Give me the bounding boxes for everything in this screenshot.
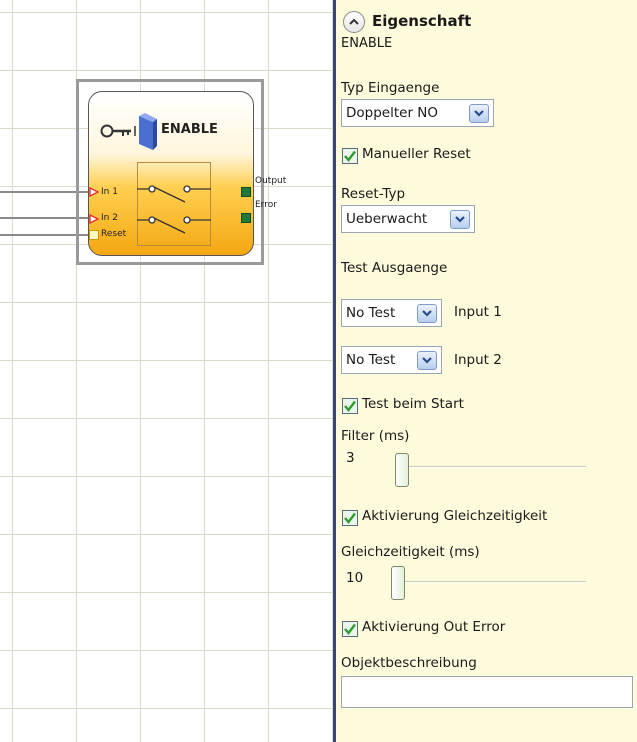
gleichzeitigkeit-slider-thumb[interactable] — [391, 566, 405, 600]
test-input-1-label: Input 1 — [454, 304, 502, 320]
test-beim-start-label: Test beim Start — [362, 396, 464, 412]
typ-eingaenge-dropdown-button[interactable] — [469, 104, 489, 123]
panel-title: Eigenschaft — [372, 12, 472, 30]
reset-typ-select[interactable]: Ueberwacht — [341, 205, 475, 233]
chevron-up-icon — [349, 18, 359, 25]
port-in-2[interactable] — [89, 214, 99, 224]
test-beim-start-checkbox[interactable] — [342, 398, 358, 414]
gleichzeitigkeit-label: Gleichzeitigkeit (ms) — [341, 544, 480, 560]
enable-function-block[interactable]: ENABLE In 1 In 2 Reset — [88, 91, 254, 256]
port-in-1[interactable] — [89, 187, 99, 197]
port-reset[interactable] — [89, 230, 99, 240]
collapse-button[interactable] — [343, 11, 365, 33]
chevron-down-icon — [422, 357, 432, 364]
reset-typ-dropdown-button[interactable] — [450, 210, 470, 229]
reset-typ-label: Reset-Typ — [341, 186, 406, 202]
filter-value: 3 — [346, 450, 355, 466]
port-in-1-label: In 1 — [101, 187, 118, 197]
port-reset-label: Reset — [101, 229, 127, 239]
filter-slider-track[interactable] — [396, 466, 586, 468]
port-output-label: Output — [255, 176, 287, 186]
port-error-label: Error — [255, 200, 277, 210]
port-output[interactable] — [241, 187, 251, 197]
logic-canvas[interactable]: ENABLE In 1 In 2 Reset Output Error — [0, 0, 335, 742]
gleichzeitigkeit-value: 10 — [346, 570, 364, 586]
port-in-2-label: In 2 — [101, 213, 118, 223]
typ-eingaenge-label: Typ Eingaenge — [341, 80, 440, 96]
test-ausgaenge-label: Test Ausgaenge — [341, 260, 448, 276]
test-input-1-value: No Test — [346, 305, 396, 321]
properties-panel: Eigenschaft ENABLE Typ Eingaenge Doppelt… — [336, 0, 637, 742]
manueller-reset-label: Manueller Reset — [362, 146, 471, 162]
aktivierung-out-error-label: Aktivierung Out Error — [362, 619, 506, 635]
test-input-2-label: Input 2 — [454, 352, 502, 368]
gleichzeitigkeit-slider-track[interactable] — [396, 581, 586, 583]
chevron-down-icon — [422, 310, 432, 317]
chevron-down-icon — [455, 216, 465, 223]
chevron-down-icon — [474, 110, 484, 117]
test-input-1-select[interactable]: No Test — [341, 299, 442, 327]
checkmark-icon — [344, 150, 356, 162]
reset-typ-value: Ueberwacht — [346, 211, 428, 227]
typ-eingaenge-value: Doppelter NO — [346, 105, 439, 121]
objektbeschreibung-label: Objektbeschreibung — [341, 655, 477, 671]
key-switch-icon — [100, 113, 157, 150]
checkmark-icon — [344, 512, 356, 524]
filter-label: Filter (ms) — [341, 428, 410, 444]
panel-subtitle: ENABLE — [341, 36, 393, 51]
block-title: ENABLE — [161, 122, 218, 137]
filter-slider-thumb[interactable] — [395, 453, 409, 487]
aktivierung-out-error-checkbox[interactable] — [342, 621, 358, 637]
checkmark-icon — [344, 400, 356, 412]
test-input-2-select[interactable]: No Test — [341, 346, 442, 374]
manueller-reset-checkbox[interactable] — [342, 148, 358, 164]
typ-eingaenge-select[interactable]: Doppelter NO — [341, 99, 494, 127]
switch-symbol-icon — [137, 162, 211, 246]
test-input-2-value: No Test — [346, 352, 396, 368]
test-input-1-dropdown-button[interactable] — [417, 304, 437, 323]
objektbeschreibung-input[interactable] — [341, 676, 633, 708]
aktivierung-gleichzeitigkeit-label: Aktivierung Gleichzeitigkeit — [362, 508, 548, 524]
checkmark-icon — [344, 623, 356, 635]
test-input-2-dropdown-button[interactable] — [417, 351, 437, 370]
aktivierung-gleichzeitigkeit-checkbox[interactable] — [342, 510, 358, 526]
port-error[interactable] — [241, 213, 251, 223]
